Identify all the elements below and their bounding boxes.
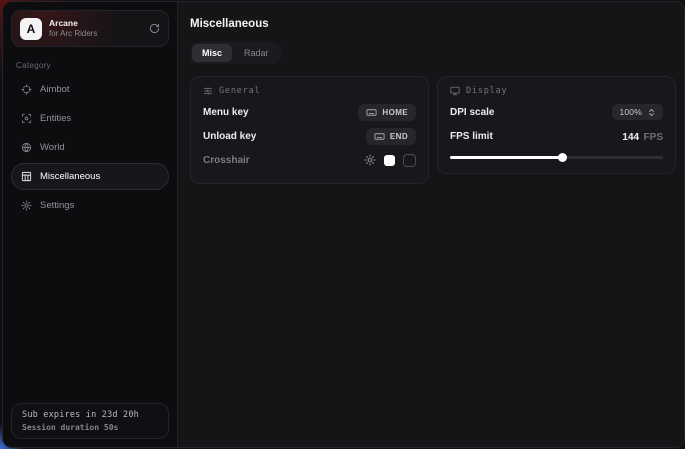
- general-card-header: General: [203, 86, 416, 96]
- display-card: Display DPI scale 100% FPS limit: [437, 76, 676, 174]
- dpi-scale-select[interactable]: 100%: [612, 104, 663, 120]
- fps-limit-unit: FPS: [644, 132, 663, 143]
- subscription-card: Sub expires in 23d 20h Session duration …: [11, 403, 169, 439]
- app-window: A Arcane for Arc Riders Category: [2, 1, 685, 448]
- keyboard-icon: [366, 107, 377, 118]
- session-duration-text: Session duration 50s: [22, 423, 158, 432]
- main-panel: Miscellaneous Misc Radar General: [177, 2, 685, 447]
- chevrons-up-down-icon: [647, 108, 656, 117]
- category-nav: Aimbot Entities World: [11, 76, 169, 219]
- scan-icon: [21, 113, 32, 124]
- refresh-icon[interactable]: [149, 23, 160, 34]
- grid-icon: [21, 171, 32, 182]
- tab-bar: Misc Radar: [190, 42, 281, 64]
- crosshair-row: Crosshair: [203, 148, 416, 172]
- fps-limit-value-group: 144 FPS: [622, 127, 663, 145]
- slider-thumb[interactable]: [558, 153, 567, 162]
- keyboard-icon: [374, 131, 385, 142]
- sidebar-item-entities[interactable]: Entities: [11, 105, 169, 132]
- settings-cards: General Menu key HOME Unload key: [190, 76, 676, 184]
- fps-limit-value: 144: [622, 132, 639, 143]
- menu-key-label: Menu key: [203, 107, 249, 118]
- dpi-scale-value: 100%: [619, 107, 642, 117]
- crosshair-color-swatch[interactable]: [384, 155, 395, 166]
- sidebar-item-miscellaneous[interactable]: Miscellaneous: [11, 163, 169, 190]
- sidebar-item-label: World: [40, 142, 65, 153]
- fps-limit-slider[interactable]: [450, 153, 663, 162]
- app-logo: A: [20, 18, 42, 40]
- crosshair-controls: [364, 154, 416, 167]
- fps-limit-row: FPS limit 144 FPS: [450, 124, 663, 148]
- tab-radar[interactable]: Radar: [234, 44, 279, 62]
- dpi-scale-row: DPI scale 100%: [450, 100, 663, 124]
- sidebar-item-aimbot[interactable]: Aimbot: [11, 76, 169, 103]
- slider-fill: [450, 156, 563, 159]
- general-card: General Menu key HOME Unload key: [190, 76, 429, 184]
- sub-expires-text: Sub expires in 23d 20h: [22, 410, 158, 420]
- sidebar: A Arcane for Arc Riders Category: [3, 2, 177, 447]
- unload-key-bind-button[interactable]: END: [366, 128, 416, 145]
- dpi-scale-label: DPI scale: [450, 107, 494, 118]
- sidebar-item-label: Aimbot: [40, 84, 70, 95]
- brand-name: Arcane: [49, 19, 142, 29]
- general-card-title: General: [219, 86, 260, 96]
- menu-key-bind-button[interactable]: HOME: [358, 104, 416, 121]
- unload-key-row: Unload key END: [203, 124, 416, 148]
- gear-icon: [21, 200, 32, 211]
- brand-card: A Arcane for Arc Riders: [11, 10, 169, 47]
- brand-subtitle: for Arc Riders: [49, 29, 142, 38]
- sidebar-item-label: Entities: [40, 113, 71, 124]
- fps-limit-label: FPS limit: [450, 131, 493, 142]
- brand-text: Arcane for Arc Riders: [49, 19, 142, 38]
- display-card-title: Display: [466, 86, 507, 96]
- display-card-header: Display: [450, 86, 663, 96]
- page-title: Miscellaneous: [190, 18, 676, 30]
- menu-key-row: Menu key HOME: [203, 100, 416, 124]
- menu-key-value: HOME: [382, 108, 408, 117]
- crosshair-label: Crosshair: [203, 155, 250, 166]
- category-label: Category: [16, 61, 169, 70]
- sidebar-item-label: Miscellaneous: [40, 171, 100, 182]
- unload-key-value: END: [390, 132, 408, 141]
- crosshair-icon: [21, 84, 32, 95]
- crosshair-checkbox[interactable]: [403, 154, 416, 167]
- unload-key-label: Unload key: [203, 131, 256, 142]
- sliders-icon: [203, 86, 213, 96]
- monitor-icon: [450, 86, 460, 96]
- slider-track[interactable]: [450, 156, 663, 159]
- globe-icon: [21, 142, 32, 153]
- sidebar-item-settings[interactable]: Settings: [11, 192, 169, 219]
- sidebar-item-label: Settings: [40, 200, 74, 211]
- crosshair-settings-gear-icon[interactable]: [364, 154, 376, 166]
- tab-misc[interactable]: Misc: [192, 44, 232, 62]
- sidebar-item-world[interactable]: World: [11, 134, 169, 161]
